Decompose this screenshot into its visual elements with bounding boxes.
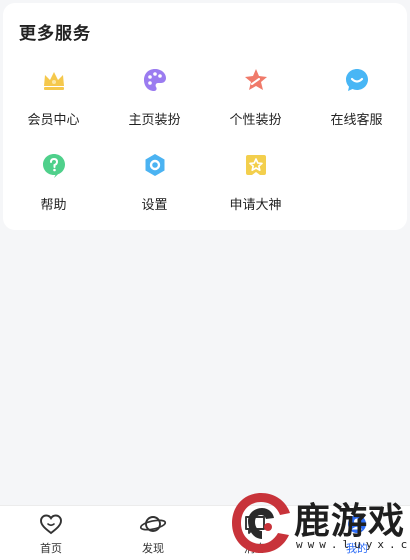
tab-messages[interactable]: 消息 xyxy=(204,506,306,560)
help-icon xyxy=(43,154,65,178)
tab-discover[interactable]: 发现 xyxy=(102,506,204,560)
service-member-center[interactable]: 会员中心 xyxy=(3,66,104,138)
service-label: 主页装扮 xyxy=(128,113,181,128)
service-label: 设置 xyxy=(141,198,168,213)
service-homepage-decor[interactable]: 主页装扮 xyxy=(104,66,205,138)
crown-icon xyxy=(44,72,64,90)
profile-icon xyxy=(348,515,366,533)
service-settings[interactable]: 设置 xyxy=(104,151,205,223)
section-title: 更多服务 xyxy=(19,24,91,44)
more-services-card: 更多服务 会员中心 主页装扮 个性装扮 在线客服 帮助 设置 申请大神 xyxy=(3,3,407,230)
tab-label: 首页 xyxy=(40,542,62,555)
service-label: 个性装扮 xyxy=(229,113,282,128)
message-icon xyxy=(245,516,265,534)
service-personal-decor[interactable]: 个性装扮 xyxy=(205,66,306,138)
heart-home-icon xyxy=(40,514,62,535)
tab-label: 消息 xyxy=(244,542,266,555)
service-label: 申请大神 xyxy=(229,198,282,213)
tab-label: 发现 xyxy=(142,542,164,555)
chat-smile-icon xyxy=(346,69,368,91)
planet-icon xyxy=(139,516,167,532)
tab-profile[interactable]: 我的 xyxy=(306,506,408,560)
service-apply-master[interactable]: 申请大神 xyxy=(205,151,306,223)
service-label: 会员中心 xyxy=(27,113,80,128)
settings-icon xyxy=(145,154,165,176)
tab-label: 我的 xyxy=(346,542,368,555)
badge-star-icon xyxy=(246,155,266,175)
service-help[interactable]: 帮助 xyxy=(3,151,104,223)
bottom-tab-bar: 首页 发现 消息 我的 xyxy=(0,505,410,560)
service-label: 帮助 xyxy=(40,198,67,213)
service-label: 在线客服 xyxy=(330,113,383,128)
service-online-support[interactable]: 在线客服 xyxy=(306,66,407,138)
star-icon xyxy=(245,69,267,90)
palette-icon xyxy=(144,69,166,91)
tab-home[interactable]: 首页 xyxy=(0,506,102,560)
